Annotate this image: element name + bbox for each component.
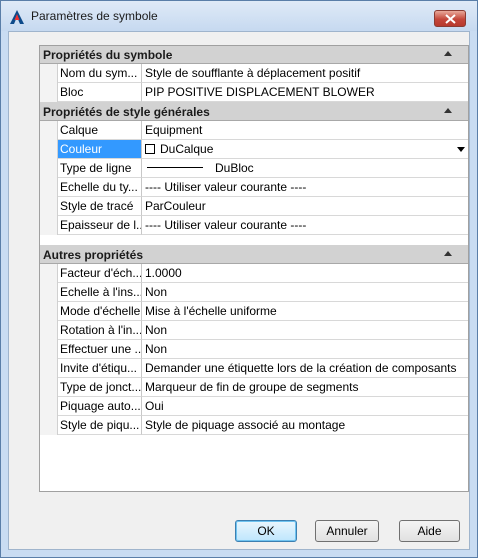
linetype-preview-icon [147, 167, 203, 168]
autocad-logo-icon [9, 9, 25, 25]
property-value[interactable]: Equipment [142, 121, 469, 140]
property-label: Nom du sym... [58, 64, 142, 83]
property-value[interactable]: ---- Utiliser valeur courante ---- [142, 216, 469, 235]
property-value[interactable]: ---- Utiliser valeur courante ---- [142, 178, 469, 197]
property-row[interactable]: Echelle du ty... ---- Utiliser valeur co… [39, 178, 469, 197]
property-value[interactable]: Non [142, 340, 469, 359]
row-gutter [39, 264, 58, 283]
property-label: Bloc [58, 83, 142, 102]
color-swatch-icon [145, 144, 155, 154]
property-label: Facteur d'éch... [58, 264, 142, 283]
property-row[interactable]: Echelle à l'ins... Non [39, 283, 469, 302]
row-gutter [39, 397, 58, 416]
property-value[interactable]: Marqueur de fin de groupe de segments [142, 378, 469, 397]
property-row[interactable]: Style de tracé ParCouleur [39, 197, 469, 216]
property-row[interactable]: Facteur d'éch... 1.0000 [39, 264, 469, 283]
row-gutter [39, 64, 58, 83]
collapse-triangle-icon[interactable] [444, 108, 452, 113]
section-header-symbol[interactable]: Propriétés du symbole [39, 45, 469, 64]
property-row[interactable]: Nom du sym... Style de soufflante à dépl… [39, 64, 469, 83]
close-button[interactable] [434, 10, 466, 27]
property-row[interactable]: Bloc PIP POSITIVE DISPLACEMENT BLOWER [39, 83, 469, 102]
section-header-general[interactable]: Propriétés de style générales [39, 102, 469, 121]
property-label: Piquage auto... [58, 397, 142, 416]
property-label: Epaisseur de l... [58, 216, 142, 235]
property-value[interactable]: Non [142, 321, 469, 340]
color-dropdown[interactable]: DuCalque [142, 140, 469, 159]
collapse-triangle-icon[interactable] [444, 251, 452, 256]
property-value[interactable]: DuBloc [142, 159, 469, 178]
window-title: Paramètres de symbole [31, 9, 158, 23]
property-label: Rotation à l'in... [58, 321, 142, 340]
section-title: Propriétés de style générales [43, 105, 210, 119]
dialog-window: Paramètres de symbole Propriétés du symb… [0, 0, 478, 558]
row-gutter [39, 216, 58, 235]
property-label: Style de tracé [58, 197, 142, 216]
property-row[interactable]: Epaisseur de l... ---- Utiliser valeur c… [39, 216, 469, 235]
ok-button[interactable]: OK [235, 520, 297, 542]
row-gutter [39, 340, 58, 359]
property-row[interactable]: Invite d'étiqu... Demander une étiquette… [39, 359, 469, 378]
row-gutter [39, 121, 58, 140]
property-value[interactable]: Style de piquage associé au montage [142, 416, 469, 435]
property-label: Echelle du ty... [58, 178, 142, 197]
property-label: Couleur [58, 140, 142, 159]
property-label: Style de piqu... [58, 416, 142, 435]
collapse-triangle-icon[interactable] [444, 51, 452, 56]
title-bar[interactable]: Paramètres de symbole [1, 1, 477, 31]
property-row[interactable]: Calque Equipment [39, 121, 469, 140]
property-value[interactable]: Style de soufflante à déplacement positi… [142, 64, 469, 83]
section-title: Propriétés du symbole [43, 48, 173, 62]
property-row[interactable]: Type de jonct... Marqueur de fin de grou… [39, 378, 469, 397]
row-gutter [39, 416, 58, 435]
section-title: Autres propriétés [43, 248, 144, 262]
row-gutter [39, 359, 58, 378]
property-value[interactable]: Demander une étiquette lors de la créati… [142, 359, 469, 378]
property-label: Calque [58, 121, 142, 140]
property-label: Type de ligne [58, 159, 142, 178]
property-grid: Propriétés du symbole Nom du sym... Styl… [39, 45, 469, 492]
property-label: Mode d'échelle [58, 302, 142, 321]
row-gutter [39, 283, 58, 302]
property-label: Invite d'étiqu... [58, 359, 142, 378]
section-header-other[interactable]: Autres propriétés [39, 245, 469, 264]
row-gutter [39, 159, 58, 178]
row-gutter [39, 378, 58, 397]
row-gutter [39, 197, 58, 216]
linetype-value: DuBloc [215, 161, 254, 175]
cancel-button[interactable]: Annuler [315, 520, 379, 542]
row-gutter [39, 302, 58, 321]
dialog-client-area: Propriétés du symbole Nom du sym... Styl… [8, 31, 470, 550]
property-label: Type de jonct... [58, 378, 142, 397]
property-value[interactable]: Oui [142, 397, 469, 416]
row-gutter [39, 321, 58, 340]
property-value[interactable]: 1.0000 [142, 264, 469, 283]
property-row[interactable]: Mode d'échelle Mise à l'échelle uniforme [39, 302, 469, 321]
color-value: DuCalque [160, 142, 214, 156]
row-gutter [39, 178, 58, 197]
property-row[interactable]: Rotation à l'in... Non [39, 321, 469, 340]
close-icon [445, 14, 456, 24]
help-button[interactable]: Aide [399, 520, 460, 542]
property-row[interactable]: Piquage auto... Oui [39, 397, 469, 416]
property-label: Effectuer une ... [58, 340, 142, 359]
property-row[interactable]: Style de piqu... Style de piquage associ… [39, 416, 469, 435]
property-value[interactable]: ParCouleur [142, 197, 469, 216]
property-value[interactable]: Mise à l'échelle uniforme [142, 302, 469, 321]
property-row-selected[interactable]: Couleur DuCalque [39, 140, 469, 159]
property-value[interactable]: Non [142, 283, 469, 302]
property-row[interactable]: Effectuer une ... Non [39, 340, 469, 359]
row-gutter [39, 140, 58, 159]
property-label: Echelle à l'ins... [58, 283, 142, 302]
property-row[interactable]: Type de ligne DuBloc [39, 159, 469, 178]
row-gutter [39, 83, 58, 102]
chevron-down-icon[interactable] [457, 147, 465, 152]
property-value[interactable]: PIP POSITIVE DISPLACEMENT BLOWER [142, 83, 469, 102]
